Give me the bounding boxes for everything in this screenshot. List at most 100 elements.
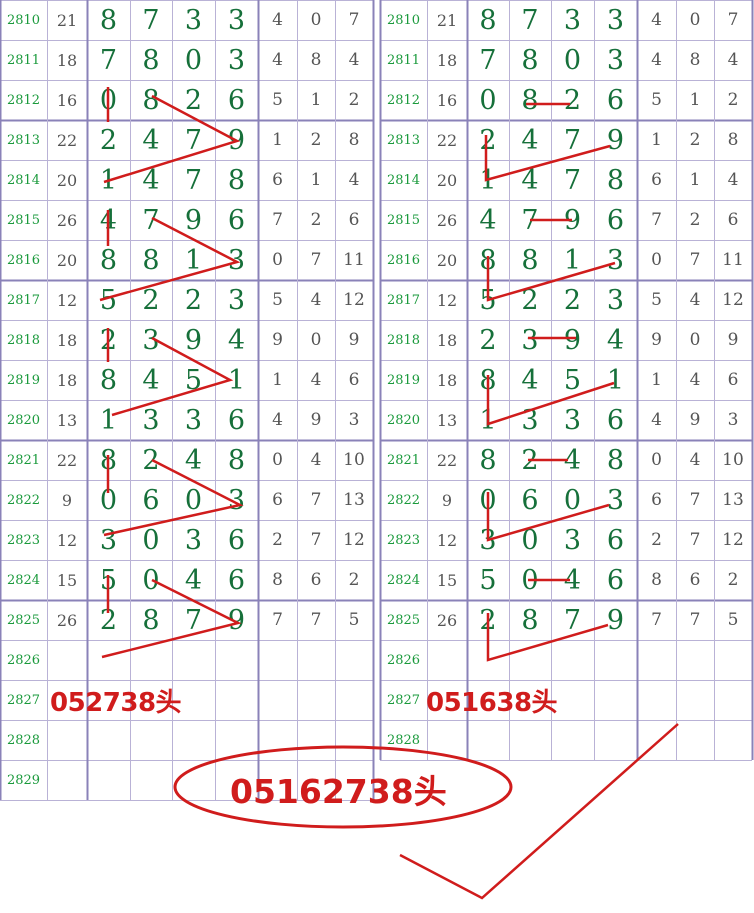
digit-cell: 4 (521, 124, 539, 156)
digit-cell (594, 720, 637, 760)
table-row: 2821 22 8 2 4 8 0 4 10 (0, 440, 752, 480)
extra-value-cell: 9 (651, 330, 662, 350)
digit-cell: 0 (521, 524, 539, 556)
extra-value-cell (676, 680, 714, 720)
table-row: 2819 18 8 4 5 1 1 4 6 (0, 360, 752, 400)
digit-cell: 2 (563, 84, 582, 116)
issue-number-cell: 2819 (386, 372, 421, 388)
digit-cell: 3 (521, 324, 539, 356)
extra-value-cell: 2 (689, 210, 701, 230)
table-row: 2824 15 5 0 4 6 8 6 2 (0, 560, 752, 600)
table-row: 2822 9 0 6 0 3 6 7 13 (0, 480, 752, 520)
issue-number-cell: 2811 (386, 52, 421, 68)
extra-value-cell: 11 (722, 250, 744, 270)
extra-value-cell (676, 720, 714, 760)
sum-cell: 20 (436, 250, 458, 270)
table-row: 2816 20 8 8 1 3 0 7 11 (0, 240, 752, 280)
digit-cell: 6 (606, 84, 625, 116)
issue-number-cell: 2810 (386, 12, 421, 28)
digit-cell: 9 (563, 204, 582, 236)
extra-value-cell: 7 (727, 10, 739, 30)
extra-value-cell: 12 (722, 290, 744, 310)
issue-number-cell: 2824 (386, 572, 421, 588)
digit-cell: 7 (521, 204, 539, 236)
digit-cell: 9 (563, 324, 582, 356)
extra-value-cell: 8 (651, 570, 662, 590)
extra-value-cell: 1 (651, 370, 662, 390)
extra-value-cell: 7 (689, 530, 701, 550)
digit-cell (594, 640, 637, 680)
extra-value-cell: 4 (651, 10, 662, 30)
digit-cell (551, 640, 594, 680)
issue-number-cell: 2815 (386, 212, 421, 228)
extra-value-cell (714, 720, 752, 760)
digit-cell: 8 (521, 84, 539, 116)
sum-cell: 18 (436, 50, 458, 70)
digit-cell: 7 (521, 4, 539, 36)
digit-cell: 4 (563, 444, 582, 476)
sum-cell: 22 (436, 130, 458, 150)
digit-cell: 3 (563, 404, 582, 436)
sum-cell (427, 640, 467, 680)
digit-cell: 3 (479, 524, 497, 556)
extra-value-cell: 9 (727, 330, 739, 350)
extra-value-cell: 7 (689, 250, 701, 270)
digit-cell: 8 (606, 164, 625, 196)
extra-value-cell: 4 (651, 410, 662, 430)
sum-cell (47, 760, 87, 800)
sum-cell: 22 (436, 450, 458, 470)
sum-cell: 26 (436, 610, 458, 630)
digit-cell: 9 (606, 124, 625, 156)
digit-cell: 0 (479, 84, 497, 116)
extra-value-cell: 7 (689, 610, 701, 630)
extra-value-cell (637, 720, 676, 760)
sum-cell (427, 720, 467, 760)
sum-cell: 18 (436, 370, 458, 390)
extra-value-cell: 6 (651, 170, 662, 190)
digit-cell: 8 (521, 44, 539, 76)
digit-cell: 0 (563, 484, 582, 516)
issue-number-cell: 2821 (386, 452, 421, 468)
lottery-trend-chart: 2810 21 8 7 3 3 4 0 7 2811 18 7 8 0 3 4 8 4 2812 16 0 8 2 6 5 1 2 2… (0, 0, 754, 913)
digit-cell: 3 (563, 524, 582, 556)
digit-cell: 3 (521, 404, 539, 436)
extra-value-cell: 12 (722, 530, 744, 550)
digit-cell: 8 (521, 604, 539, 636)
table-row: 2810 21 8 7 3 3 4 0 7 (0, 0, 752, 40)
digit-cell: 3 (606, 244, 625, 276)
digit-cell: 7 (479, 44, 497, 76)
table-row: 2812 16 0 8 2 6 5 1 2 (0, 80, 752, 120)
extra-value-cell: 4 (689, 290, 701, 310)
digit-cell: 9 (606, 604, 625, 636)
sum-cell: 9 (441, 490, 453, 510)
digit-cell: 5 (563, 364, 582, 396)
issue-number-cell: 2818 (386, 332, 421, 348)
digit-cell (509, 720, 551, 760)
issue-number-cell: 2814 (386, 172, 421, 188)
extra-value-cell: 10 (722, 450, 744, 470)
table-row: 2817 12 5 2 2 3 5 4 12 (0, 280, 752, 320)
digit-cell: 6 (606, 204, 625, 236)
extra-value-cell: 3 (727, 410, 739, 430)
digit-cell: 1 (606, 364, 625, 396)
table-row: 2828 (0, 720, 752, 760)
extra-value-cell: 4 (689, 370, 701, 390)
digit-cell: 5 (479, 284, 497, 316)
extra-value-cell: 6 (651, 490, 662, 510)
table-row: 2826 (0, 640, 752, 680)
extra-value-cell: 0 (689, 330, 701, 350)
extra-value-cell: 9 (689, 410, 701, 430)
digit-cell (130, 760, 172, 800)
sum-cell: 20 (436, 170, 458, 190)
table-row: 2811 18 7 8 0 3 4 8 4 (0, 40, 752, 80)
sum-cell: 21 (436, 10, 458, 30)
digit-cell: 4 (606, 324, 625, 356)
issue-number-cell: 2826 (386, 652, 421, 668)
digit-cell: 8 (479, 364, 497, 396)
digit-cell: 6 (606, 564, 625, 596)
sum-cell: 18 (436, 330, 458, 350)
digit-cell: 4 (521, 164, 539, 196)
combined-prediction-label: 05162738头 (230, 772, 447, 811)
extra-value-cell: 4 (651, 50, 662, 70)
extra-value-cell: 1 (689, 90, 701, 110)
